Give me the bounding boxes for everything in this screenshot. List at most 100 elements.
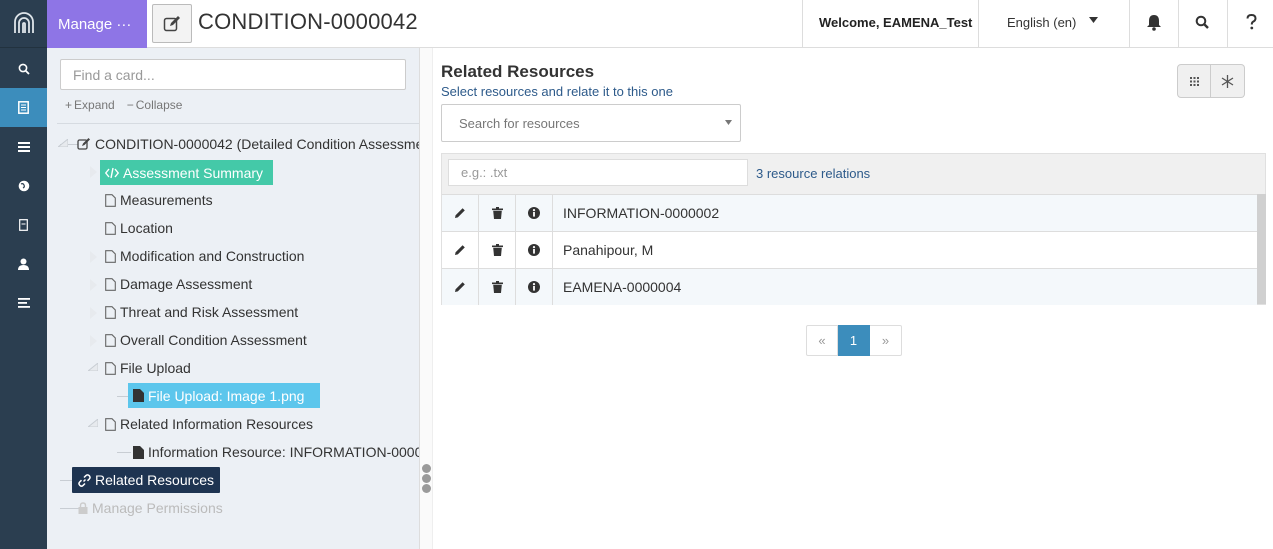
edit-relation-button[interactable] [442,232,479,268]
info-icon [528,281,540,293]
section-title: Related Resources [441,62,595,81]
resource-editor-nav[interactable] [0,88,47,127]
chevron-down-icon [725,120,732,125]
menu-nav[interactable] [0,283,47,322]
expand-toggle-icon[interactable] [90,307,97,319]
grip-dot [422,484,431,493]
lock-icon [78,502,88,514]
relation-info-button[interactable] [516,195,553,231]
expand-toggle-icon[interactable] [90,335,97,347]
menu-icon [17,297,30,308]
code-icon [105,167,119,178]
tree-node-measurements[interactable]: Measurements [105,189,213,211]
search-icon [18,63,30,75]
left-nav-rail [0,0,47,549]
delete-relation-button[interactable] [479,269,516,305]
welcome-user[interactable]: Welcome, EAMENA_Test [819,15,972,30]
tree-node-manage-permissions[interactable]: Manage Permissions [78,497,223,519]
tree-node-overall-condition[interactable]: Overall Condition Assessment [105,329,307,351]
collapse-toggle-icon[interactable] [88,419,98,427]
pencil-icon [455,245,465,255]
file-icon [105,193,116,207]
notifications-bell-icon[interactable] [1146,14,1162,31]
file-icon [133,389,144,402]
tree-node-label: Related Information Resources [120,416,313,432]
edit-relation-button[interactable] [442,195,479,231]
expand-toggle-icon[interactable] [90,279,97,291]
divider [57,123,419,124]
help-icon[interactable] [1246,14,1257,30]
language-selector[interactable]: English (en) [1007,15,1076,30]
relations-scrollbar[interactable] [1257,194,1266,304]
trash-icon [491,244,503,256]
relation-info-button[interactable] [516,232,553,268]
resource-list-nav[interactable] [0,127,47,166]
tree-node-location[interactable]: Location [105,217,173,239]
tree-node-label: Overall Condition Assessment [120,332,307,348]
pagination-page-current[interactable]: 1 [838,325,870,356]
relations-filter-input[interactable] [448,159,748,186]
tree-node-modification[interactable]: Modification and Construction [105,245,304,267]
tree-node-label: Modification and Construction [120,248,305,264]
pencil-icon [455,208,465,218]
user-nav[interactable] [0,244,47,283]
find-card-input[interactable] [60,59,406,90]
link-icon [78,473,91,487]
edit-resource-button[interactable] [152,4,192,43]
resource-search-select[interactable]: Search for resources [441,104,741,142]
tree-node-label: Damage Assessment [120,276,253,292]
manage-menu-button[interactable]: Manage ··· [47,0,147,48]
tree-node-threat-risk[interactable]: Threat and Risk Assessment [105,301,298,323]
tree-node-assessment-summary[interactable]: Assessment Summary [100,160,274,185]
tree-node-damage-assessment[interactable]: Damage Assessment [105,273,252,295]
edit-icon [77,138,90,150]
file-icon [105,305,116,319]
collapse-all-button[interactable]: − Collapse [127,98,183,112]
tree-node-information-resource[interactable]: Information Resource: INFORMATION-000000 [133,441,419,463]
file-icon [105,333,116,347]
file-icon [105,277,116,291]
graph-view-button[interactable] [1211,64,1245,98]
panel-resize-handle[interactable] [420,48,433,549]
edit-relation-button[interactable] [442,269,479,305]
expand-toggle-icon[interactable] [90,166,97,178]
info-icon [528,207,540,219]
pagination: « 1 » [806,325,902,356]
relations-count: 3 resource relations [756,166,871,181]
tree-node-label: Related Resources [95,472,215,488]
expand-all-button[interactable]: + Expand [65,98,115,112]
tree-root-node[interactable]: CONDITION-0000042 (Detailed Condition As… [77,133,419,155]
trash-icon [491,281,503,293]
expand-toggle-icon[interactable] [90,251,97,263]
delete-relation-button[interactable] [479,232,516,268]
grid-view-button[interactable] [1177,64,1211,98]
tree-node-related-resources[interactable]: Related Resources [72,467,221,493]
search-nav[interactable] [0,49,47,88]
plus-icon: + [65,98,73,112]
bookmark-nav[interactable] [0,205,47,244]
main-content: Related Resources Select resources and r… [433,48,1273,549]
relation-row: EAMENA-0000004 [442,268,1257,305]
info-icon [528,244,540,256]
relation-info-button[interactable] [516,269,553,305]
search-icon[interactable] [1195,15,1209,29]
topbar-divider [1227,0,1228,48]
tree-node-file-upload-image[interactable]: File Upload: Image 1.png [128,383,321,408]
bookmark-icon [19,218,28,231]
chevron-down-icon[interactable] [1089,17,1098,23]
view-toggle-group [1177,64,1245,98]
pagination-next[interactable]: » [870,325,902,356]
tree-node-file-upload[interactable]: File Upload [105,357,191,379]
collapse-toggle-icon[interactable] [58,139,68,147]
pagination-prev[interactable]: « [806,325,838,356]
map-nav[interactable] [0,166,47,205]
tree-node-label: Manage Permissions [92,500,223,516]
asterisk-icon [1221,74,1234,88]
collapse-toggle-icon[interactable] [88,363,98,371]
tree-node-label: Threat and Risk Assessment [120,304,299,320]
tree-node-related-information[interactable]: Related Information Resources [105,413,313,435]
app-logo[interactable] [0,0,47,48]
tree-connector [117,452,131,453]
delete-relation-button[interactable] [479,195,516,231]
page-title: CONDITION-0000042 [198,9,418,34]
